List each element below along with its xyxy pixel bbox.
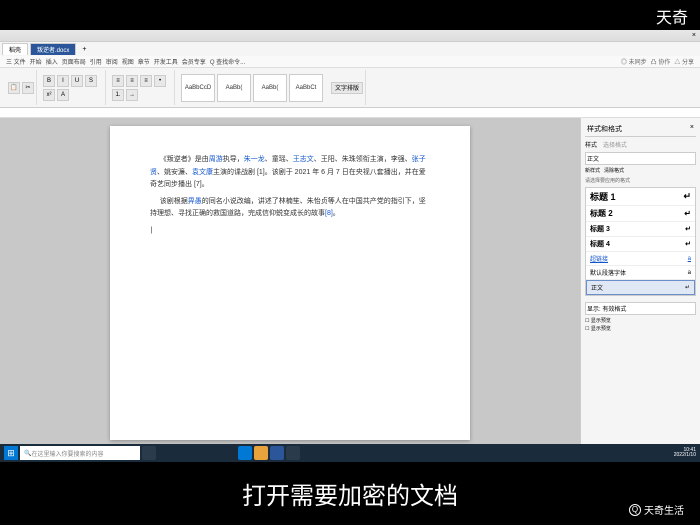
taskview-icon[interactable] (142, 446, 156, 460)
app-icon[interactable] (286, 446, 300, 460)
numbers-button[interactable]: 1. (112, 89, 124, 101)
style-h3[interactable]: AaBbCt (289, 74, 323, 102)
text-cursor: | (151, 227, 153, 234)
ribbon-paragraph: ≡≡≡•1.→ (110, 70, 175, 105)
menu-dev[interactable]: 开发工具 (154, 57, 178, 66)
strike-button[interactable]: S (85, 75, 97, 87)
windows-taskbar: ⊞ 🔍 在这里输入你要搜索的内容 10:412022/1/10 (0, 444, 700, 462)
sync-status[interactable]: ◎ 未同步 (621, 57, 647, 66)
menu-ref[interactable]: 引用 (90, 57, 102, 66)
subtitle-bar: 打开需要加密的文档 Q 天奇生活 (0, 462, 700, 525)
bold-button[interactable]: B (43, 75, 55, 87)
new-style-button[interactable]: 新样式 (585, 167, 600, 174)
paste-button[interactable]: 📋 (8, 82, 20, 94)
ribbon-textlayout: 文字排版 (329, 70, 366, 105)
add-tab-button[interactable]: + (78, 46, 90, 53)
panel-tab-format[interactable]: 选择格式 (603, 140, 627, 149)
page[interactable]: 《叛逆者》是由周游执导，朱一龙、童瑶、王志文、王阳、朱珠领衔主演，李强、张子贤、… (110, 126, 470, 440)
link-author[interactable]: 畀愚 (188, 198, 202, 205)
collab-button[interactable]: 凸 协作 (651, 57, 671, 66)
letterbox-top: 天奇 (0, 0, 700, 30)
show-filter-select[interactable]: 显示: 有效格式 (585, 302, 696, 315)
align-right-button[interactable]: ≡ (140, 75, 152, 87)
style-row-h3[interactable]: 标题 3↵ (586, 222, 695, 237)
indent-button[interactable]: → (126, 89, 138, 101)
menu-vip[interactable]: 会员专享 (182, 57, 206, 66)
link-actor1[interactable]: 朱一龙 (244, 156, 265, 163)
tab-daoce[interactable]: 稻壳 (2, 43, 28, 55)
style-body[interactable]: AaBbCcD (181, 74, 215, 102)
link-ref8[interactable]: [8] (325, 210, 333, 217)
ribbon: 📋✂ BIUSx²A ≡≡≡•1.→ AaBbCcD AaBb( AaBb( A… (0, 68, 700, 108)
preview-checkbox-1[interactable]: ☐ 显示预览 (585, 317, 696, 324)
style-list: 标题 1↵ 标题 2↵ 标题 3↵ 标题 4↵ 超链接a 默认段落字体a 正文↵ (585, 187, 696, 296)
explorer-icon[interactable] (254, 446, 268, 460)
menu-search[interactable]: Q 查找命令... (210, 57, 245, 66)
close-icon[interactable]: × (692, 32, 696, 39)
video-subtitle: 打开需要加密的文档 (242, 476, 458, 511)
current-style-select[interactable]: 正文 (585, 152, 696, 165)
bullets-button[interactable]: • (154, 75, 166, 87)
super-button[interactable]: x² (43, 89, 55, 101)
taskbar-search[interactable]: 🔍 在这里输入你要搜索的内容 (20, 446, 140, 460)
start-button[interactable]: ⊞ (4, 446, 18, 460)
color-button[interactable]: A (57, 89, 69, 101)
link-actor4[interactable]: 袁文康 (192, 169, 213, 176)
style-row-h2[interactable]: 标题 2↵ (586, 206, 695, 222)
style-row-h4[interactable]: 标题 4↵ (586, 237, 695, 252)
menu-bar: 三 文件 开始 插入 页面布局 引用 审阅 视图 章节 开发工具 会员专享 Q … (0, 56, 700, 68)
taskbar-clock[interactable]: 10:412022/1/10 (674, 448, 696, 459)
menu-insert[interactable]: 插入 (46, 57, 58, 66)
panel-title: 样式和格式 (587, 124, 622, 134)
menu-start[interactable]: 开始 (30, 57, 42, 66)
menu-section[interactable]: 章节 (138, 57, 150, 66)
style-h2[interactable]: AaBb( (253, 74, 287, 102)
panel-close-icon[interactable]: × (690, 124, 694, 134)
styles-panel: 样式和格式 × 样式 选择格式 正文 新样式 清除格式 请选择要应用的格式 标题 … (580, 118, 700, 448)
menu-file[interactable]: 三 文件 (6, 57, 26, 66)
paragraph-1: 《叛逆者》是由周游执导，朱一龙、童瑶、王志文、王阳、朱珠领衔主演，李强、张子贤、… (150, 154, 430, 192)
style-row-body[interactable]: 正文↵ (586, 280, 695, 295)
document-area[interactable]: 《叛逆者》是由周游执导，朱一龙、童瑶、王志文、王阳、朱珠领衔主演，李强、张子贤、… (0, 118, 580, 448)
cut-button[interactable]: ✂ (22, 82, 34, 94)
style-row-default[interactable]: 默认段落字体a (586, 266, 695, 280)
preview-checkbox-2[interactable]: ☐ 显示预览 (585, 325, 696, 332)
link-actor2[interactable]: 王志文 (293, 156, 314, 163)
ribbon-clipboard: 📋✂ (6, 70, 37, 105)
underline-button[interactable]: U (71, 75, 83, 87)
edge-icon[interactable] (238, 446, 252, 460)
wps-icon[interactable] (270, 446, 284, 460)
italic-button[interactable]: I (57, 75, 69, 87)
ribbon-font: BIUSx²A (41, 70, 106, 105)
style-h1[interactable]: AaBb( (217, 74, 251, 102)
titlebar: × (0, 30, 700, 42)
menu-view[interactable]: 视图 (122, 57, 134, 66)
align-left-button[interactable]: ≡ (112, 75, 124, 87)
link-director[interactable]: 周游 (209, 156, 223, 163)
menu-review[interactable]: 审阅 (106, 57, 118, 66)
text-layout-button[interactable]: 文字排版 (331, 82, 363, 94)
app-window: × 稻壳 叛逆者.docx + 三 文件 开始 插入 页面布局 引用 审阅 视图… (0, 30, 700, 462)
watermark: Q 天奇生活 (629, 502, 684, 517)
align-center-button[interactable]: ≡ (126, 75, 138, 87)
style-row-link[interactable]: 超链接a (586, 252, 695, 266)
paragraph-2: 该剧根据畀愚的同名小说改编，讲述了林楠笙、朱怡贞等人在中国共产党的指引下，坚持理… (150, 196, 430, 221)
file-tabs: 稻壳 叛逆者.docx + (0, 42, 700, 56)
watermark-icon: Q (629, 504, 641, 516)
menu-layout[interactable]: 页面布局 (62, 57, 86, 66)
clear-format-button[interactable]: 清除格式 (604, 167, 624, 174)
pick-format-label: 请选择要应用的格式 (585, 177, 696, 184)
ribbon-styles: AaBbCcD AaBb( AaBb( AaBbCt (179, 70, 325, 105)
style-row-h1[interactable]: 标题 1↵ (586, 188, 695, 206)
ruler (0, 108, 700, 118)
tab-document[interactable]: 叛逆者.docx (30, 43, 76, 55)
panel-tab-styles[interactable]: 样式 (585, 140, 597, 149)
share-button[interactable]: △ 分享 (674, 57, 694, 66)
